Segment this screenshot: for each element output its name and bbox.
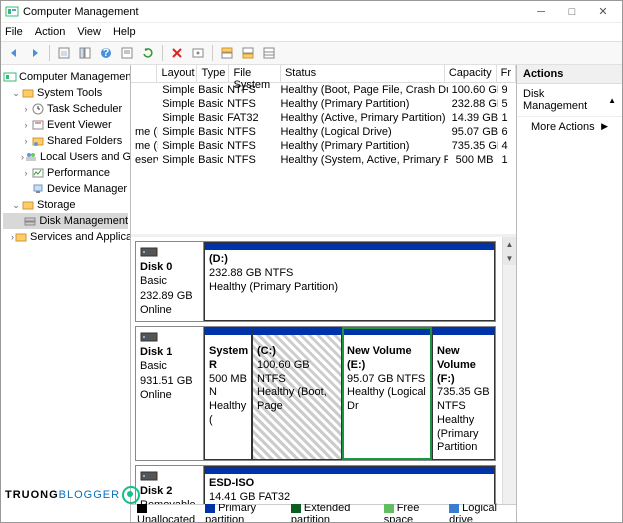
collapse-icon[interactable]: ▲ bbox=[608, 96, 616, 105]
volume-row[interactable]: me (F:)SimpleBasicNTFSHealthy (Primary P… bbox=[131, 139, 516, 153]
delete-icon[interactable] bbox=[168, 44, 186, 62]
volume-row[interactable]: SimpleBasicNTFSHealthy (Primary Partitio… bbox=[131, 97, 516, 111]
watermark-logo-icon bbox=[122, 486, 140, 504]
tree-storage[interactable]: ⌄Storage bbox=[3, 197, 128, 213]
tree-services[interactable]: ›Services and Applications bbox=[3, 229, 128, 245]
back-button[interactable] bbox=[5, 44, 23, 62]
disk-info[interactable]: Disk 2 Removable 14.41 GB Read Only bbox=[136, 466, 204, 504]
window-title: Computer Management bbox=[23, 6, 526, 18]
partition[interactable]: (C:) 100.60 GB NTFS Healthy (Boot, Page bbox=[252, 327, 342, 460]
show-hide-tree-icon[interactable] bbox=[76, 44, 94, 62]
disk-info[interactable]: Disk 1 Basic 931.51 GB Online bbox=[136, 327, 204, 460]
tree-task-scheduler[interactable]: ›Task Scheduler bbox=[3, 101, 128, 117]
tree-event-viewer[interactable]: ›Event Viewer bbox=[3, 117, 128, 133]
title-bar: Computer Management ─ □ ✕ bbox=[1, 1, 622, 23]
volume-row[interactable]: SimpleBasicNTFSHealthy (Boot, Page File,… bbox=[131, 83, 516, 97]
tree-performance[interactable]: ›Performance bbox=[3, 165, 128, 181]
actions-pane: Actions Disk Management ▲ More Actions ▶ bbox=[516, 65, 622, 522]
disk-graphical-view[interactable]: Disk 0 Basic 232.89 GB Online (D:) 232.8… bbox=[131, 234, 516, 504]
properties-icon[interactable] bbox=[118, 44, 136, 62]
scroll-down-icon[interactable]: ▼ bbox=[503, 251, 516, 265]
navigation-tree[interactable]: Computer Management (Local) ⌄System Tool… bbox=[1, 65, 131, 522]
menu-help[interactable]: Help bbox=[113, 26, 136, 38]
scroll-up-icon[interactable]: ▲ bbox=[503, 237, 516, 251]
view-bottom-icon[interactable] bbox=[239, 44, 257, 62]
maximize-button[interactable]: □ bbox=[557, 2, 587, 22]
menu-file[interactable]: File bbox=[5, 26, 23, 38]
volume-row[interactable]: SimpleBasicFAT32Healthy (Active, Primary… bbox=[131, 111, 516, 125]
partition[interactable]: New Volume (F:) 735.35 GB NTFS Healthy (… bbox=[432, 327, 495, 460]
watermark: TRUONGBLOGGER bbox=[5, 486, 140, 504]
actions-header: Actions bbox=[517, 65, 622, 84]
partition[interactable]: (D:) 232.88 GB NTFS Healthy (Primary Par… bbox=[204, 242, 495, 321]
help-icon[interactable]: ? bbox=[97, 44, 115, 62]
volume-row[interactable]: me (E:)SimpleBasicNTFSHealthy (Logical D… bbox=[131, 125, 516, 139]
legend: Unallocated Primary partition Extended p… bbox=[131, 504, 516, 522]
more-actions[interactable]: More Actions ▶ bbox=[517, 117, 622, 137]
view-top-icon[interactable] bbox=[218, 44, 236, 62]
disk-icon bbox=[140, 470, 156, 482]
disk-icon bbox=[140, 331, 156, 343]
toolbar-separator bbox=[49, 45, 50, 61]
up-icon[interactable] bbox=[55, 44, 73, 62]
partition[interactable]: ESD-ISO 14.41 GB FAT32 Healthy (Active, … bbox=[204, 466, 495, 504]
disk-row[interactable]: Disk 2 Removable 14.41 GB Read Only ESD-… bbox=[135, 465, 496, 504]
tree-system-tools[interactable]: ⌄System Tools bbox=[3, 85, 128, 101]
toolbar: ? bbox=[1, 41, 622, 65]
volume-row[interactable]: eservedSimpleBasicNTFSHealthy (System, A… bbox=[131, 153, 516, 167]
partition[interactable]: System R 500 MB N Healthy ( bbox=[204, 327, 252, 460]
menu-action[interactable]: Action bbox=[35, 26, 66, 38]
partition-selected[interactable]: New Volume (E:) 95.07 GB NTFS Healthy (L… bbox=[342, 327, 432, 460]
menu-view[interactable]: View bbox=[77, 26, 101, 38]
menu-bar: File Action View Help bbox=[1, 23, 622, 41]
toolbar-separator bbox=[212, 45, 213, 61]
minimize-button[interactable]: ─ bbox=[526, 2, 556, 22]
submenu-arrow-icon: ▶ bbox=[601, 121, 608, 132]
disk-icon bbox=[140, 246, 156, 258]
disk-row[interactable]: Disk 0 Basic 232.89 GB Online (D:) 232.8… bbox=[135, 241, 496, 322]
app-icon bbox=[5, 5, 19, 19]
volume-list-header[interactable]: Layout Type File System Status Capacity … bbox=[131, 65, 516, 83]
close-button[interactable]: ✕ bbox=[588, 2, 618, 22]
view-list-icon[interactable] bbox=[260, 44, 278, 62]
tree-disk-management[interactable]: Disk Management bbox=[3, 213, 128, 229]
refresh-icon[interactable] bbox=[139, 44, 157, 62]
vertical-scrollbar[interactable]: ▲ ▼ bbox=[502, 237, 516, 504]
actions-section[interactable]: Disk Management ▲ bbox=[517, 84, 622, 117]
forward-button[interactable] bbox=[26, 44, 44, 62]
tree-device-manager[interactable]: Device Manager bbox=[3, 181, 128, 197]
tree-root[interactable]: Computer Management (Local) bbox=[3, 69, 128, 85]
tree-shared-folders[interactable]: ›Shared Folders bbox=[3, 133, 128, 149]
svg-text:?: ? bbox=[103, 47, 110, 59]
settings-icon[interactable] bbox=[189, 44, 207, 62]
tree-local-users[interactable]: ›Local Users and Groups bbox=[3, 149, 128, 165]
disk-row[interactable]: Disk 1 Basic 931.51 GB Online System R 5… bbox=[135, 326, 496, 461]
toolbar-separator bbox=[162, 45, 163, 61]
disk-info[interactable]: Disk 0 Basic 232.89 GB Online bbox=[136, 242, 204, 321]
volume-list[interactable]: Layout Type File System Status Capacity … bbox=[131, 65, 516, 234]
